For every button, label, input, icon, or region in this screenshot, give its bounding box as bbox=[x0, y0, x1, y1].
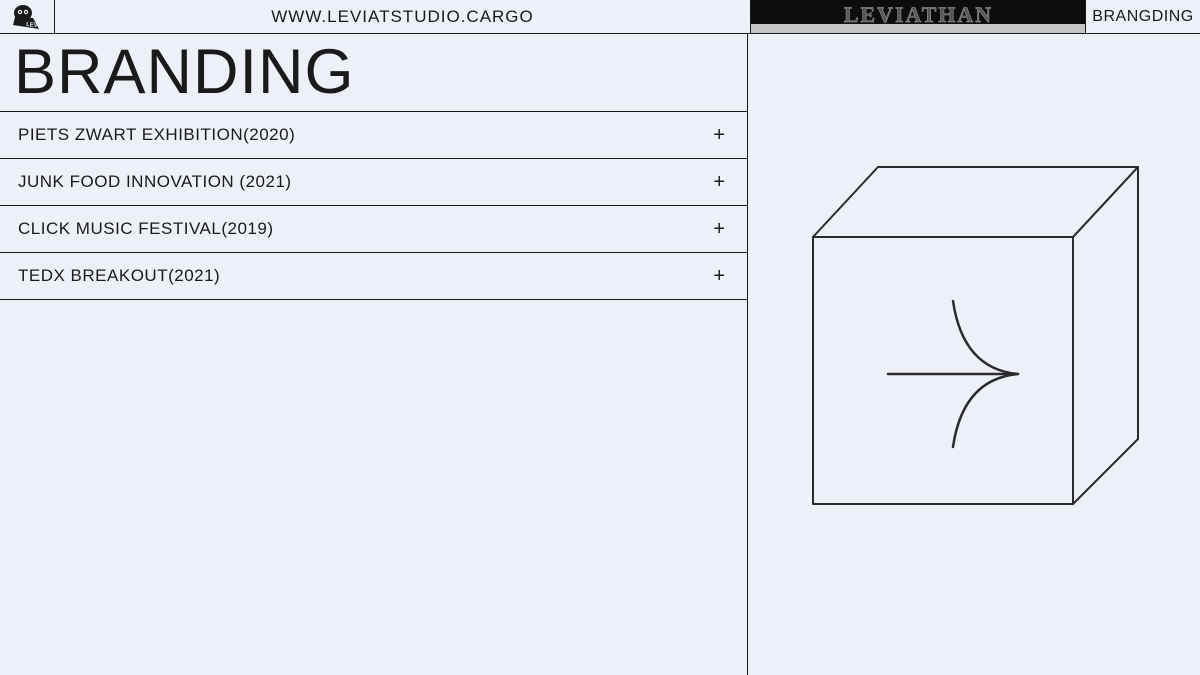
project-label: JUNK FOOD INNOVATION (2021) bbox=[18, 172, 292, 192]
project-label: CLICK MUSIC FESTIVAL(2019) bbox=[18, 219, 273, 239]
plus-icon: + bbox=[713, 218, 725, 241]
svg-text:LEVIATHAN: LEVIATHAN bbox=[844, 1, 993, 26]
cube-arrow-illustration bbox=[803, 159, 1148, 519]
project-item-tedx[interactable]: TEDX BREAKOUT(2021) + bbox=[0, 253, 747, 300]
brand-logo[interactable]: LEVIAT bbox=[0, 0, 55, 33]
svg-text:LEVIAT: LEVIAT bbox=[26, 22, 45, 30]
plus-icon: + bbox=[713, 124, 725, 147]
project-item-junk-food[interactable]: JUNK FOOD INNOVATION (2021) + bbox=[0, 159, 747, 206]
site-url[interactable]: WWW.LEVIATSTUDIO.CARGO bbox=[55, 0, 751, 33]
content-column: BRANDING PIETS ZWART EXHIBITION(2020) + … bbox=[0, 34, 748, 675]
page-title: BRANDING bbox=[0, 34, 747, 112]
project-label: PIETS ZWART EXHIBITION(2020) bbox=[18, 125, 295, 145]
project-item-click-music[interactable]: CLICK MUSIC FESTIVAL(2019) + bbox=[0, 206, 747, 253]
project-label: TEDX BREAKOUT(2021) bbox=[18, 266, 220, 286]
section-label: BRANGDING bbox=[1086, 0, 1200, 33]
brand-banner: LEVIATHAN bbox=[751, 0, 1086, 33]
illustration-column bbox=[748, 34, 1200, 675]
plus-icon: + bbox=[713, 265, 725, 288]
plus-icon: + bbox=[713, 171, 725, 194]
project-item-piets-zwart[interactable]: PIETS ZWART EXHIBITION(2020) + bbox=[0, 112, 747, 159]
project-list: PIETS ZWART EXHIBITION(2020) + JUNK FOOD… bbox=[0, 112, 747, 300]
